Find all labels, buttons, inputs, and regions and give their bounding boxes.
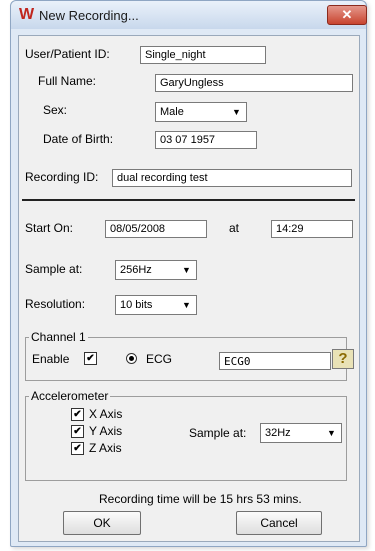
- x-axis-checkbox[interactable]: ✔: [71, 408, 84, 421]
- close-button[interactable]: ✕: [327, 5, 367, 25]
- dialog-body: User/Patient ID: Single_night Full Name:…: [18, 35, 360, 542]
- recording-id-label: Recording ID:: [25, 170, 99, 184]
- ok-button[interactable]: OK: [63, 511, 141, 535]
- full-name-field[interactable]: GaryUngless: [155, 74, 353, 92]
- app-logo-icon: W: [19, 6, 35, 23]
- channel1-enable-checkbox[interactable]: ✔: [84, 352, 97, 365]
- z-axis-label: Z Axis: [89, 441, 122, 455]
- sex-value: Male: [160, 106, 184, 118]
- start-on-label: Start On:: [25, 221, 74, 235]
- at-label: at: [229, 221, 240, 235]
- divider: [22, 199, 355, 201]
- channel-name-field[interactable]: ECG0: [219, 352, 331, 370]
- question-icon: ?: [338, 350, 348, 367]
- sample-rate-select[interactable]: 256Hz ▼: [115, 260, 197, 280]
- sex-select[interactable]: Male ▼: [155, 102, 247, 122]
- dob-label: Date of Birth:: [43, 132, 114, 146]
- chevron-down-icon[interactable]: ▼: [180, 264, 193, 276]
- accel-sample-label: Sample at:: [189, 426, 247, 440]
- accel-sample-select[interactable]: 32Hz ▼: [260, 423, 342, 443]
- help-button[interactable]: ?: [332, 349, 354, 369]
- z-axis-checkbox[interactable]: ✔: [71, 442, 84, 455]
- close-icon: ✕: [341, 7, 353, 22]
- sex-label: Sex:: [43, 103, 68, 117]
- ecg-radio[interactable]: [126, 353, 137, 364]
- dob-field[interactable]: 03 07 1957: [155, 131, 257, 149]
- ecg-label: ECG: [146, 352, 173, 366]
- resolution-select[interactable]: 10 bits ▼: [115, 295, 197, 315]
- user-id-field[interactable]: Single_night: [140, 46, 266, 64]
- chevron-down-icon[interactable]: ▼: [230, 106, 243, 118]
- new-recording-dialog: W New Recording... ✕ User/Patient ID: Si…: [10, 0, 367, 547]
- enable-label: Enable: [32, 352, 70, 366]
- full-name-label: Full Name:: [38, 74, 97, 88]
- accel-sample-value: 32Hz: [265, 427, 291, 439]
- cancel-button[interactable]: Cancel: [236, 511, 322, 535]
- user-id-label: User/Patient ID:: [25, 47, 110, 61]
- recording-id-field[interactable]: dual recording test: [112, 169, 352, 187]
- x-axis-label: X Axis: [89, 407, 123, 421]
- accelerometer-title: Accelerometer: [29, 389, 111, 403]
- start-date-field[interactable]: 08/05/2008: [105, 220, 207, 238]
- chevron-down-icon[interactable]: ▼: [325, 427, 338, 439]
- sample-rate-label: Sample at:: [25, 262, 83, 276]
- title-bar[interactable]: W New Recording... ✕: [11, 1, 367, 29]
- window-title: New Recording...: [39, 8, 139, 23]
- resolution-value: 10 bits: [120, 299, 153, 311]
- resolution-label: Resolution:: [25, 297, 86, 311]
- y-axis-checkbox[interactable]: ✔: [71, 425, 84, 438]
- sample-rate-value: 256Hz: [120, 264, 152, 276]
- recording-time-text: Recording time will be 15 hrs 53 mins.: [99, 492, 302, 506]
- start-time-field[interactable]: 14:29: [271, 220, 353, 238]
- y-axis-label: Y Axis: [89, 424, 123, 438]
- channel1-title: Channel 1: [29, 330, 88, 344]
- chevron-down-icon[interactable]: ▼: [180, 299, 193, 311]
